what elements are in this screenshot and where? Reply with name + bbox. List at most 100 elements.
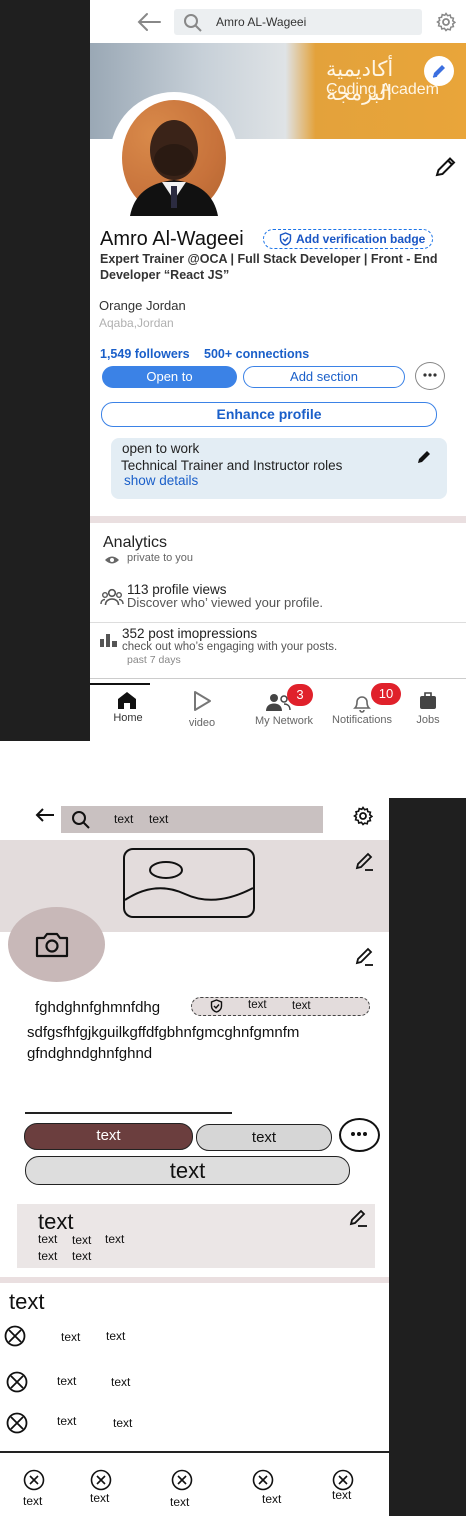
open-to-work-card[interactable]: open to work Technical Trainer and Instr… xyxy=(111,438,447,499)
nav-divider xyxy=(90,678,466,679)
wf-card-edit-icon[interactable] xyxy=(349,1210,369,1228)
wf-list-item[interactable]: text text xyxy=(0,1368,389,1396)
add-section-button[interactable]: Add section xyxy=(243,366,405,388)
wf-list-item[interactable]: text text xyxy=(0,1410,389,1438)
wf-search-text-b: text xyxy=(149,812,169,826)
wf-primary-button[interactable]: text xyxy=(24,1123,193,1150)
enhance-profile-button[interactable]: Enhance profile xyxy=(101,402,437,427)
wf-nav-item-5[interactable]: text xyxy=(330,1469,360,1509)
wf-nav-x-circle-icon xyxy=(90,1469,112,1491)
wf-headline-line-2: gfndghndghnfghnd xyxy=(27,1045,153,1062)
ellipsis-icon xyxy=(422,372,438,378)
profile-name: Amro Al-Wageei xyxy=(100,228,244,250)
search-input[interactable]: Amro AL-Wageei xyxy=(216,15,306,29)
verification-badge-button[interactable]: Add verification badge xyxy=(263,229,433,249)
profile-screen: Amro AL-Wageei أكاديمية البرمجة Coding A… xyxy=(90,0,466,741)
wf-x-circle-icon xyxy=(4,1325,26,1347)
gear-icon[interactable] xyxy=(436,12,456,32)
profile-location: Aqaba,Jordan xyxy=(99,316,174,330)
wf-nav-label: text xyxy=(262,1492,282,1506)
edit-banner-button[interactable] xyxy=(424,56,454,86)
analytics-privacy: private to you xyxy=(127,552,194,564)
camera-icon xyxy=(34,931,70,959)
wf-secondary-button[interactable]: text xyxy=(196,1124,332,1151)
wf-nav-item-3[interactable]: text xyxy=(168,1469,198,1509)
wf-image-placeholder-icon xyxy=(123,848,255,918)
wf-nav-item-4[interactable]: text xyxy=(250,1469,282,1509)
nav-video[interactable]: video xyxy=(182,688,222,730)
wf-nav-item-1[interactable]: text xyxy=(20,1469,50,1509)
wf-search-text-a: text xyxy=(114,812,134,826)
nav-active-indicator xyxy=(90,683,150,685)
left-dark-strip xyxy=(0,0,90,741)
wf-wide-button[interactable]: text xyxy=(25,1156,350,1185)
right-dark-strip xyxy=(389,741,466,1516)
wf-list-text-a: text xyxy=(57,1414,77,1428)
wf-ellipsis-icon xyxy=(350,1131,368,1137)
wf-back-arrow-icon[interactable] xyxy=(34,807,56,823)
profile-company: Orange Jordan xyxy=(99,298,186,313)
more-options-button[interactable] xyxy=(415,362,445,390)
network-badge: 3 xyxy=(287,684,313,706)
wf-shield-check-icon xyxy=(210,999,223,1013)
profile-views-description: Discover who’ viewed your profile. xyxy=(127,595,324,610)
followers-link[interactable]: 1,549 followers xyxy=(100,347,190,361)
wf-nav-item-2[interactable]: text xyxy=(87,1469,117,1509)
open-to-work-roles: Technical Trainer and Instructor roles xyxy=(121,458,343,473)
edit-profile-pencil-icon[interactable] xyxy=(434,155,458,177)
post-impressions-count[interactable]: 352 post imopressions xyxy=(122,626,257,641)
people-icon xyxy=(100,588,124,606)
nav-my-network[interactable]: 3 My Network xyxy=(248,684,320,730)
wf-verification-badge[interactable]: text text xyxy=(191,997,370,1016)
back-arrow-icon[interactable] xyxy=(136,12,162,32)
section-divider xyxy=(90,516,466,523)
wf-card-text-r1a: text xyxy=(38,1232,58,1246)
analytics-period: past 7 days xyxy=(127,654,181,666)
wf-list-item[interactable]: text text xyxy=(0,1323,389,1351)
shield-check-icon xyxy=(279,232,292,246)
nav-jobs[interactable]: Jobs xyxy=(410,688,446,730)
connections-link[interactable]: 500+ connections xyxy=(204,347,309,361)
wf-nav-label: text xyxy=(90,1491,110,1505)
wf-avatar-placeholder[interactable] xyxy=(8,907,105,982)
wf-list-text-b: text xyxy=(111,1375,131,1389)
avatar[interactable] xyxy=(122,100,226,216)
pencil-icon xyxy=(430,62,448,80)
post-impressions-description: check out who’s engaging with your posts… xyxy=(122,641,338,653)
wf-x-circle-icon xyxy=(6,1412,28,1434)
open-to-work-title: open to work xyxy=(122,441,200,456)
bell-icon xyxy=(351,693,373,713)
wf-badge-text-b: text xyxy=(292,1000,311,1012)
wf-gear-icon[interactable] xyxy=(353,806,373,826)
wf-more-button[interactable] xyxy=(339,1118,380,1152)
wf-edit-profile-icon[interactable] xyxy=(355,947,375,967)
profile-headline: Expert Trainer @OCA | Full Stack Develop… xyxy=(100,252,438,282)
wf-card-text-r1c: text xyxy=(105,1232,125,1246)
analytics-title: Analytics xyxy=(103,534,168,551)
nav-home[interactable]: Home xyxy=(108,688,148,728)
screen-gap xyxy=(90,741,466,798)
wf-info-card[interactable]: text text text text text text xyxy=(17,1204,375,1268)
analytics-divider xyxy=(90,622,466,623)
wf-divider-line xyxy=(25,1112,232,1114)
verification-badge-label: Add verification badge xyxy=(296,232,426,246)
show-details-link[interactable]: show details xyxy=(124,473,198,488)
open-to-button[interactable]: Open to xyxy=(102,366,237,388)
wf-nav-label: text xyxy=(332,1488,352,1502)
wf-nav-x-circle-icon xyxy=(23,1469,45,1491)
nav-notifications[interactable]: 10 Notifications xyxy=(326,683,401,730)
wf-search-bar[interactable]: text text xyxy=(61,806,323,833)
edit-open-to-work-pencil-icon[interactable] xyxy=(416,449,432,465)
wf-list-text-b: text xyxy=(113,1416,133,1430)
notifications-badge: 10 xyxy=(371,683,401,705)
wf-x-circle-icon xyxy=(6,1371,28,1393)
eye-icon xyxy=(104,555,120,565)
wf-edit-banner-icon[interactable] xyxy=(355,852,375,872)
briefcase-icon xyxy=(419,690,437,710)
nav-network-label: My Network xyxy=(254,715,314,727)
wf-nav-divider xyxy=(0,1451,389,1453)
search-bar[interactable]: Amro AL-Wageei xyxy=(174,9,422,35)
wireframe-screen: text text fghdghnfghmnfdhg text text sdf… xyxy=(0,798,389,1516)
wf-section-title: text xyxy=(9,1289,45,1314)
wf-headline: sdfgsfhfgjkguilkgffdfgbhnfgmcghnfgmnfm g… xyxy=(27,1022,299,1064)
